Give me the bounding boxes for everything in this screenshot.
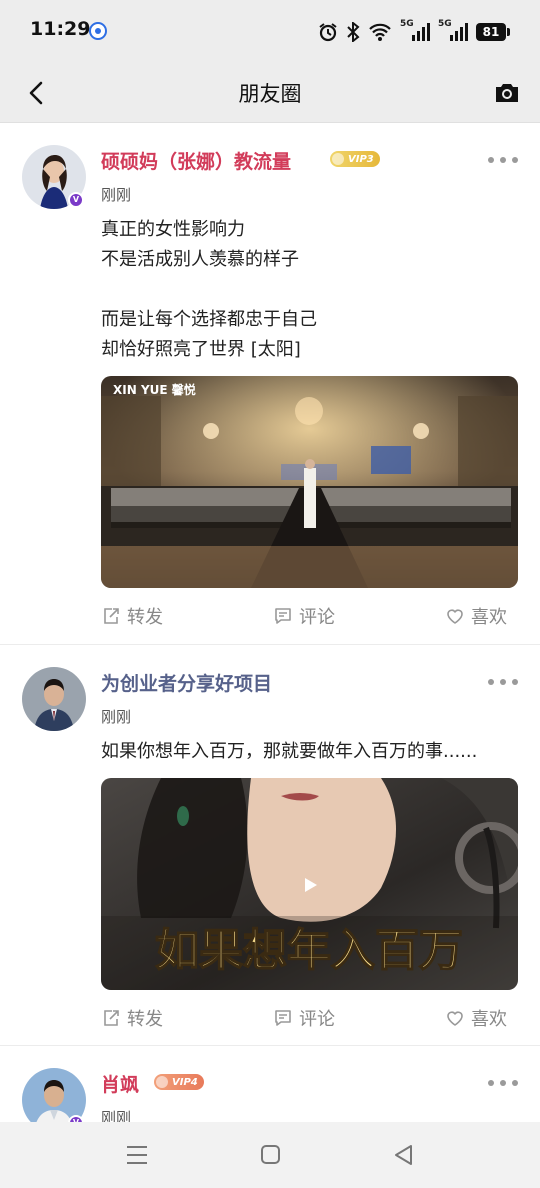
comment-icon: [275, 1010, 291, 1026]
battery-level: 81: [476, 23, 506, 41]
moment-post: 为创业者分享好项目 刚刚 如果你想年入百万，那就要做年入百万的事...... 如…: [0, 645, 540, 1046]
comment-button[interactable]: 评论: [273, 1004, 335, 1032]
avatar[interactable]: [22, 667, 86, 731]
post-image[interactable]: XIN YUE 馨悦: [101, 376, 518, 588]
like-label: 喜欢: [471, 607, 507, 628]
post-text-line: 却恰好照亮了世界 [太阳]: [101, 339, 301, 360]
post-actions: 转发 评论 喜欢: [101, 602, 521, 630]
post-text-line: [101, 275, 521, 305]
play-icon[interactable]: [299, 874, 321, 896]
moments-feed: V 硕硕妈（张娜）教流量 VIP3 刚刚 真正的女性影响力 不是活成别人羡慕的样…: [0, 123, 540, 1122]
alarm-icon: [318, 21, 338, 43]
post-author-name[interactable]: 肖飒: [101, 1070, 139, 1097]
wifi-icon: [368, 21, 392, 43]
comment-icon: [275, 608, 291, 624]
image-logo: XIN YUE 馨悦: [113, 382, 196, 397]
comment-label: 评论: [299, 1009, 335, 1030]
battery-icon: 81: [476, 23, 510, 41]
comment-label: 评论: [299, 607, 335, 628]
bluetooth-icon: [346, 21, 360, 43]
share-label: 转发: [127, 1009, 163, 1030]
status-bar: 11:29 5G 5G 81: [0, 0, 540, 62]
vip-badge: VIP4: [154, 1074, 204, 1090]
post-text-line: 不是活成别人羡慕的样子: [101, 249, 299, 270]
baidu-app-icon: [89, 22, 107, 40]
post-time: 刚刚: [101, 1109, 132, 1122]
moment-post: V 肖飒 VIP4 刚刚: [0, 1046, 540, 1122]
heart-icon: [447, 609, 463, 624]
post-text: 如果你想年入百万，那就要做年入百万的事......: [101, 737, 521, 767]
signal-icon-2: 5G: [438, 19, 468, 41]
like-button[interactable]: 喜欢: [445, 1004, 507, 1032]
system-nav-bar: [0, 1122, 540, 1188]
post-time: 刚刚: [101, 708, 132, 726]
more-icon[interactable]: [488, 1078, 518, 1088]
share-icon: [104, 608, 119, 624]
avatar[interactable]: [22, 1068, 86, 1122]
signal-icon-1: 5G: [400, 19, 430, 41]
like-label: 喜欢: [471, 1009, 507, 1030]
moment-post: V 硕硕妈（张娜）教流量 VIP3 刚刚 真正的女性影响力 不是活成别人羡慕的样…: [0, 123, 540, 645]
nav-bar: 朋友圈: [0, 62, 540, 123]
status-icons: 5G 5G 81: [318, 19, 510, 44]
post-text: 真正的女性影响力 不是活成别人羡慕的样子 而是让每个选择都忠于自己 却恰好照亮了…: [101, 215, 521, 365]
post-time: 刚刚: [101, 186, 132, 204]
share-button[interactable]: 转发: [101, 602, 163, 630]
share-icon: [104, 1010, 119, 1026]
post-author-name[interactable]: 硕硕妈（张娜）教流量: [101, 147, 291, 174]
camera-icon[interactable]: [492, 78, 522, 108]
more-icon[interactable]: [488, 155, 518, 165]
post-video[interactable]: 如果想年入百万: [101, 778, 518, 990]
post-text-line: 如果你想年入百万，那就要做年入百万的事......: [101, 741, 478, 762]
post-text-line: 而是让每个选择都忠于自己: [101, 309, 317, 330]
heart-icon: [447, 1011, 463, 1026]
comment-button[interactable]: 评论: [273, 602, 335, 630]
back-triangle-icon[interactable]: [392, 1144, 416, 1166]
post-actions: 转发 评论 喜欢: [101, 1004, 521, 1032]
verified-badge-icon: V: [68, 192, 84, 208]
post-author-name[interactable]: 为创业者分享好项目: [101, 669, 272, 696]
video-caption: 如果想年入百万: [155, 925, 463, 976]
like-button[interactable]: 喜欢: [445, 602, 507, 630]
page-title: 朋友圈: [238, 82, 302, 106]
vip-badge: VIP3: [330, 151, 380, 167]
share-button[interactable]: 转发: [101, 1004, 163, 1032]
share-label: 转发: [127, 607, 163, 628]
status-time: 11:29: [30, 18, 91, 40]
post-text-line: 真正的女性影响力: [101, 219, 245, 240]
menu-icon[interactable]: [125, 1144, 149, 1166]
home-icon[interactable]: [259, 1144, 283, 1166]
more-icon[interactable]: [488, 677, 518, 687]
